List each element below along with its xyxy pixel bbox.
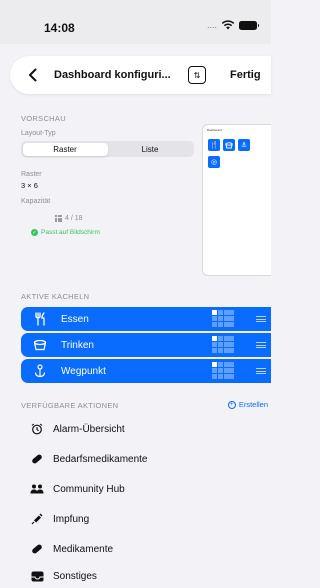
- tile-size-indicator: [212, 310, 235, 328]
- preview-tile-trinken: [223, 139, 235, 151]
- tile-size-indicator: [212, 362, 235, 380]
- active-tile-essen[interactable]: Essen: [21, 307, 271, 331]
- grid-value: 3 × 6: [21, 181, 38, 190]
- action-medikamente[interactable]: Medikamente: [30, 539, 113, 559]
- signal-indicator: ....: [206, 20, 217, 30]
- layout-type-label: Layout-Typ: [21, 130, 56, 137]
- preview-section-header: VORSCHAU: [21, 114, 66, 123]
- pill-icon: [30, 452, 44, 466]
- active-tiles-section-header: AKTIVE KACHELN: [21, 292, 90, 301]
- tile-label: Essen: [61, 313, 89, 325]
- action-label: Impfung: [53, 513, 90, 525]
- drag-handle-icon[interactable]: [256, 342, 266, 348]
- fits-text: Passt auf Bildschirm: [41, 229, 100, 236]
- status-time: 14:08: [44, 21, 75, 35]
- battery-icon: [239, 20, 259, 30]
- action-label: Medikamente: [53, 543, 114, 555]
- fork-knife-icon: [33, 312, 47, 326]
- target-icon: ◎: [210, 159, 218, 166]
- plus-circle-icon: +: [227, 400, 236, 409]
- active-tile-trinken[interactable]: Trinken: [21, 333, 271, 357]
- page-title: Dashboard konfiguri...: [54, 69, 171, 81]
- capacity-label: Kapazität: [21, 198, 51, 205]
- action-impfung[interactable]: Impfung: [30, 509, 89, 529]
- preview-dashboard-title: Dashboard: [207, 128, 222, 132]
- tile-label: Wegpunkt: [61, 365, 106, 377]
- create-button[interactable]: + Erstellen: [227, 400, 268, 409]
- action-sonstiges[interactable]: Sonstiges: [30, 566, 97, 586]
- tile-size-indicator: [212, 336, 235, 354]
- fork-knife-icon: 🍴: [209, 142, 219, 149]
- available-actions-section-header: VERFÜGBARE AKTIONEN: [21, 401, 119, 410]
- fits-status: ✓ Passt auf Bildschirm: [31, 229, 100, 236]
- status-indicators: ....: [206, 20, 259, 30]
- alarm-clock-icon: [30, 422, 44, 436]
- chevron-left-icon: [29, 68, 37, 82]
- sort-arrows-icon: ⇅: [193, 70, 201, 80]
- preview-tile-wegpunkt: ⚓: [238, 139, 250, 151]
- action-bedarfsmedikamente[interactable]: Bedarfsmedikamente: [30, 449, 148, 469]
- wifi-icon: [221, 20, 235, 30]
- tile-label: Trinken: [61, 339, 94, 351]
- tray-icon: [30, 569, 44, 583]
- dashboard-preview: Dashboard 🍴 ⚓ ◎: [202, 124, 271, 276]
- people-icon: [30, 482, 44, 496]
- drag-handle-icon[interactable]: [256, 368, 266, 374]
- sort-button[interactable]: ⇅: [188, 66, 206, 84]
- cup-icon: [33, 339, 47, 351]
- waypoint-icon: ⚓: [240, 142, 248, 149]
- action-label: Bedarfsmedikamente: [53, 453, 148, 465]
- syringe-icon: [30, 512, 44, 526]
- drag-handle-icon[interactable]: [256, 316, 266, 322]
- grid-label: Raster: [21, 171, 42, 178]
- grid-icon: [55, 215, 62, 222]
- capacity-indicator: 4 / 18: [55, 215, 83, 222]
- action-alarm-uebersicht[interactable]: Alarm-Übersicht: [30, 419, 125, 439]
- done-button[interactable]: Fertig: [230, 69, 261, 81]
- create-label: Erstellen: [238, 400, 268, 409]
- action-label: Alarm-Übersicht: [53, 423, 125, 435]
- segment-raster[interactable]: Raster: [22, 142, 108, 156]
- cup-icon: [225, 141, 233, 148]
- waypoint-icon: [33, 364, 47, 378]
- active-tile-wegpunkt[interactable]: Wegpunkt: [21, 359, 271, 383]
- action-community-hub[interactable]: Community Hub: [30, 479, 125, 499]
- navigation-bar: Dashboard konfiguri... ⇅ Fertig: [10, 56, 271, 94]
- segment-liste[interactable]: Liste: [108, 143, 193, 156]
- pill-icon: [30, 542, 44, 556]
- preview-tile-essen: 🍴: [208, 139, 220, 151]
- checkmark-circle-icon: ✓: [31, 229, 38, 236]
- preview-tile-extra: ◎: [208, 156, 220, 168]
- action-label: Sonstiges: [53, 570, 97, 582]
- back-button[interactable]: [20, 62, 46, 88]
- capacity-value: 4 / 18: [65, 215, 83, 222]
- layout-type-picker: Raster Liste: [21, 141, 194, 157]
- action-label: Community Hub: [53, 483, 125, 495]
- status-bar: 14:08 ....: [0, 0, 271, 44]
